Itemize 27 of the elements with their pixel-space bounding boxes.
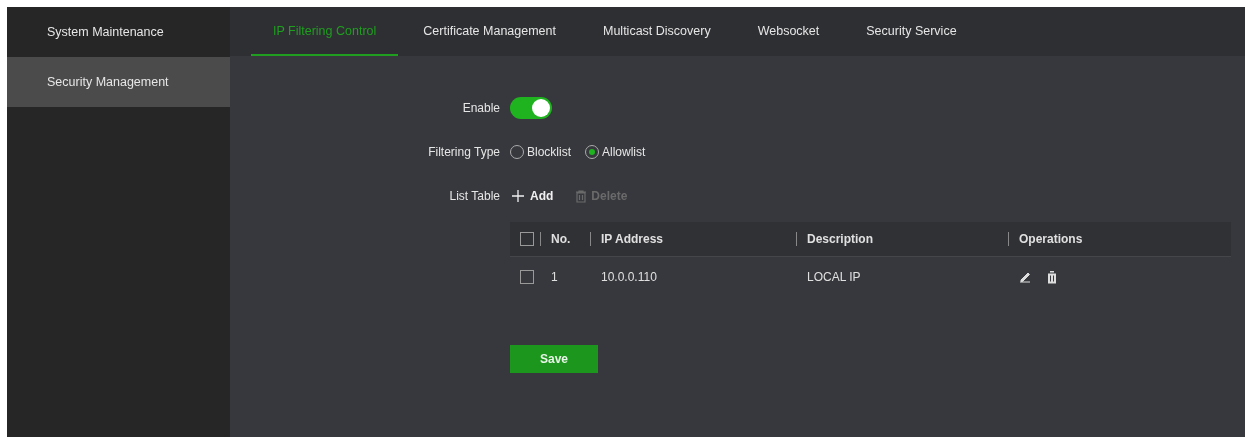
table-cell-text: LOCAL IP <box>806 270 861 284</box>
field-label: List Table <box>448 189 501 203</box>
sidebar-item[interactable]: Security Management <box>7 57 230 107</box>
table-cell-text: 10.0.0.110 <box>600 270 657 284</box>
tab[interactable]: Multicast Discovery <box>581 7 733 56</box>
trash-icon <box>575 189 588 203</box>
tab[interactable]: Websocket <box>735 7 842 56</box>
column-header: Description <box>796 232 873 246</box>
field-label: Enable <box>461 101 501 115</box>
row-checkbox[interactable] <box>520 270 534 284</box>
edit-icon[interactable] <box>1018 270 1032 284</box>
tab[interactable]: Security Service <box>844 7 979 56</box>
plus-icon <box>510 188 526 204</box>
column-header: No. <box>540 232 571 246</box>
field-label: Filtering Type <box>427 145 501 159</box>
delete-icon[interactable] <box>1046 270 1058 284</box>
tab[interactable]: IP Filtering Control <box>251 7 399 56</box>
select-all-checkbox[interactable] <box>520 232 534 246</box>
enable-toggle[interactable] <box>510 97 552 119</box>
column-header: IP Address <box>590 232 664 246</box>
column-header: Operations <box>1008 232 1083 246</box>
sidebar-item[interactable]: System Maintenance <box>7 7 230 57</box>
add-button[interactable]: Add <box>510 188 554 204</box>
radio-option[interactable]: Blocklist <box>510 145 571 159</box>
table-cell-text: 1 <box>550 270 558 284</box>
tab[interactable]: Certificate Management <box>401 7 578 56</box>
radio-option[interactable]: Allowlist <box>585 145 646 159</box>
